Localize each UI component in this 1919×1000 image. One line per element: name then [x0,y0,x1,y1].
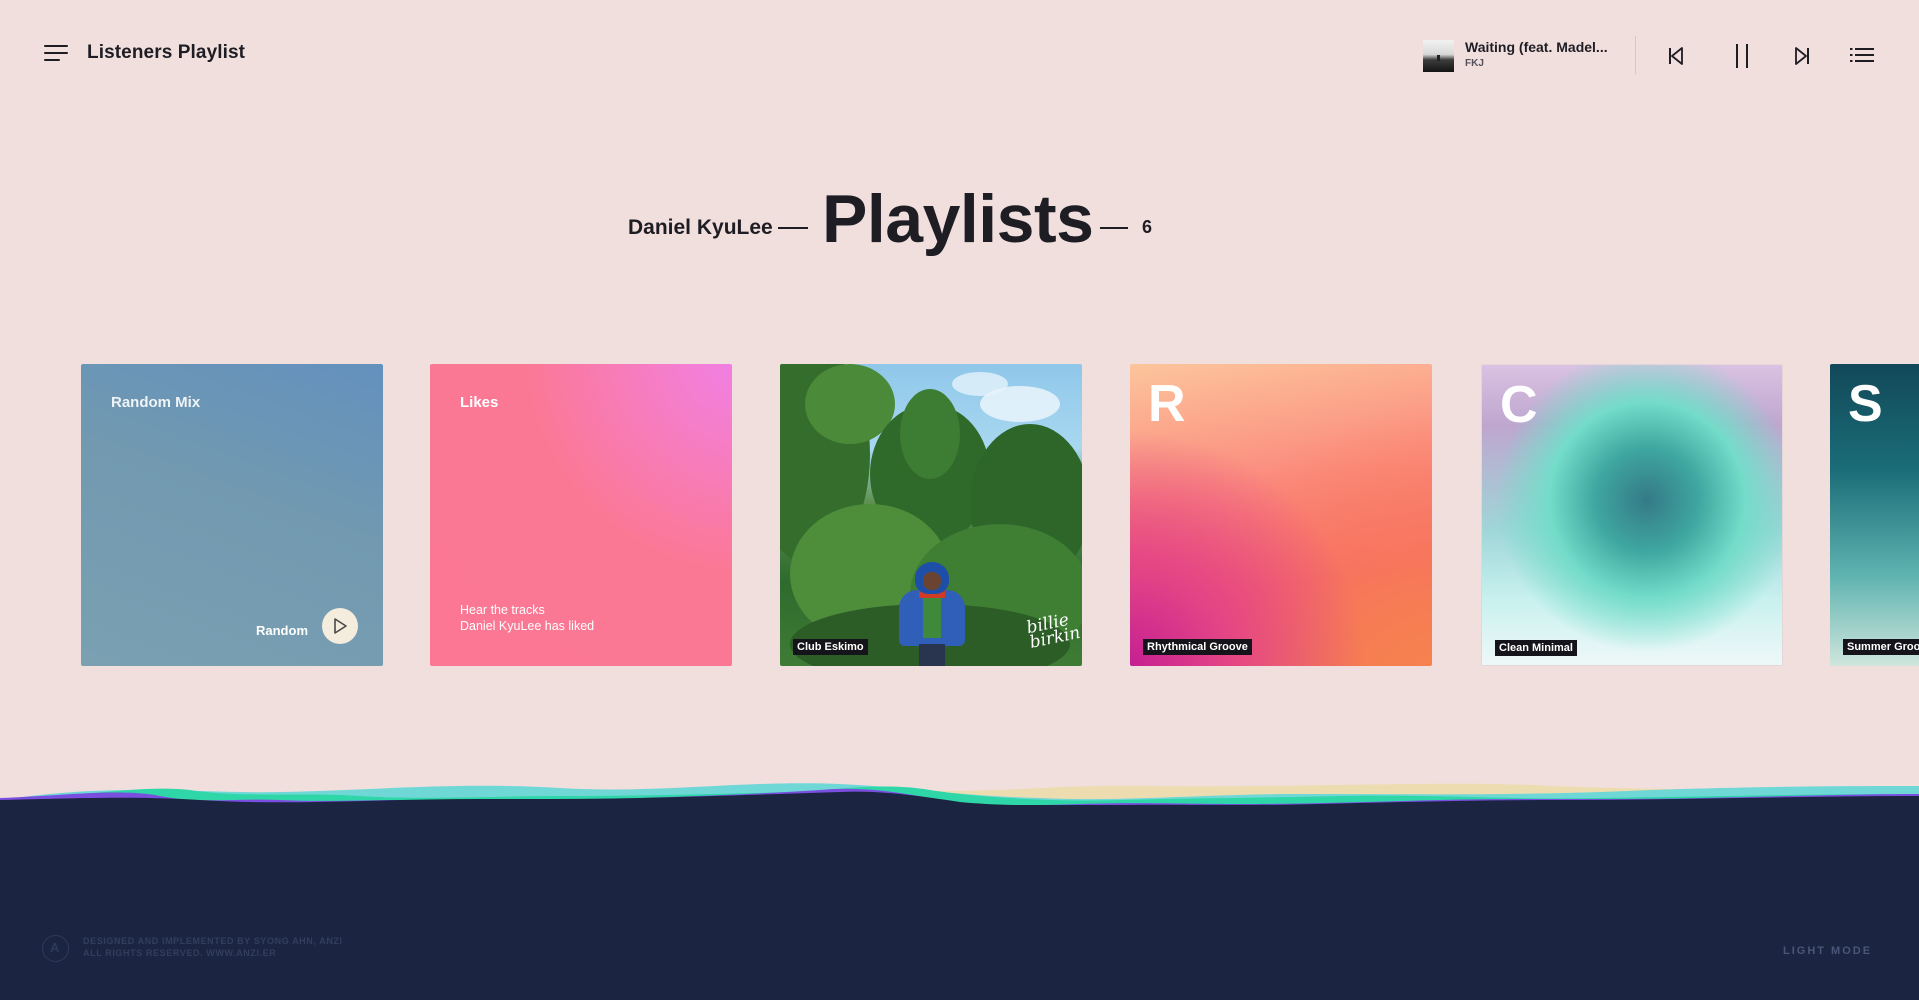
card-title: Random Mix [111,394,201,411]
card-letter: C [1500,376,1538,434]
page-title: Playlists [822,181,1094,257]
playlist-card-rhythmical-groove[interactable]: R Rhythmical Groove [1130,364,1432,666]
app-title: Listeners Playlist [87,42,246,63]
card-tag: Summer Groove [1843,639,1919,655]
play-button[interactable] [322,608,358,644]
card-letter: R [1148,375,1186,433]
album-art-figure [899,562,965,666]
playlist-card-summer-groove[interactable]: S Summer Groove [1830,364,1919,666]
playlist-card-clean-minimal[interactable]: C Clean Minimal [1481,364,1783,666]
card-tag: Clean Minimal [1495,640,1577,656]
playlist-count: 6 [1142,217,1153,237]
user-name: Daniel KyuLee [628,216,773,239]
card-letter: S [1848,375,1883,433]
now-playing-title: Waiting (feat. Madel... [1465,39,1608,55]
hamburger-icon[interactable] [44,44,70,64]
card-description: Hear the tracks Daniel KyuLee has liked [460,602,594,634]
now-playing-cover [1423,40,1454,72]
playlist-carousel: Random Mix Random Likes Hear the tracks … [0,364,1919,666]
header: Listeners Playlist Waiting (feat. Madel.… [0,0,1919,110]
headline-dash [778,227,808,229]
card-tag: Rhythmical Groove [1143,639,1252,655]
credits-line: DESIGNED AND IMPLEMENTED BY SYONG AHN, A… [83,936,343,946]
skip-next-icon[interactable] [1794,47,1810,65]
card-description-line: Hear the tracks [460,603,545,617]
playlist-card-likes[interactable]: Likes Hear the tracks Daniel KyuLee has … [430,364,732,666]
now-playing[interactable]: Waiting (feat. Madel... FKJ [1423,38,1613,74]
card-tag: Club Eskimo [793,639,868,655]
footer: A DESIGNED AND IMPLEMENTED BY SYONG AHN,… [0,805,1919,1000]
header-divider [1635,36,1636,74]
headline-dash [1100,227,1128,229]
pause-icon[interactable] [1735,43,1749,69]
card-title: Likes [460,394,499,411]
now-playing-artist: FKJ [1465,58,1484,69]
credits-line: ALL RIGHTS RESERVED. WWW.ANZI.ER [83,948,277,958]
footer-credits: DESIGNED AND IMPLEMENTED BY SYONG AHN, A… [83,935,343,959]
light-mode-toggle[interactable]: LIGHT MODE [1783,945,1872,957]
playlist-card-club-eskimo[interactable]: billie birkin Club Eskimo [780,364,1082,666]
play-icon [334,618,347,634]
skip-previous-icon[interactable] [1668,47,1684,65]
logo-icon[interactable]: A [42,935,69,962]
random-label[interactable]: Random [256,623,308,638]
playlist-card-random-mix[interactable]: Random Mix Random [81,364,383,666]
queue-list-icon[interactable] [1850,47,1874,63]
card-description-line: Daniel KyuLee has liked [460,619,595,633]
